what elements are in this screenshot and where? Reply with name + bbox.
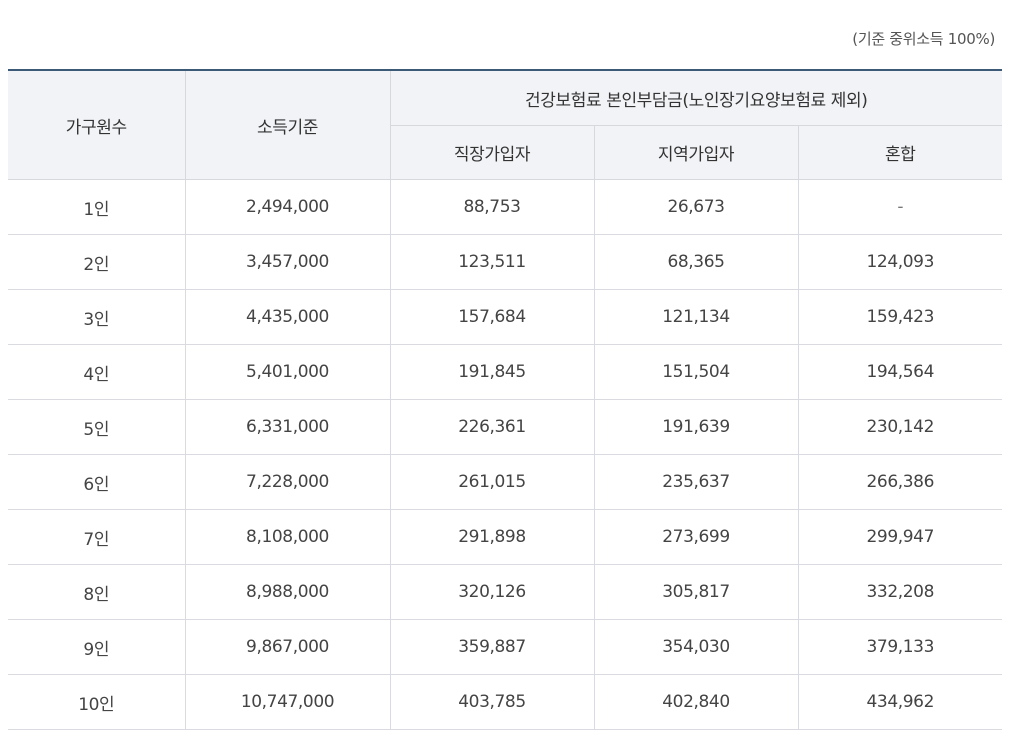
table-row: 10인 10,747,000 403,785 402,840 434,962 bbox=[8, 674, 1003, 730]
table-header: 가구원수 소득기준 건강보험료 본인부담금(노인장기요양보험료 제외) 직장가입… bbox=[8, 70, 1003, 180]
cell-employee: 261,015 bbox=[390, 454, 595, 510]
header-income: 소득기준 bbox=[185, 70, 391, 180]
cell-employee: 320,126 bbox=[390, 564, 595, 620]
cell-household: 4인 bbox=[8, 344, 186, 400]
table-row: 9인 9,867,000 359,887 354,030 379,133 bbox=[8, 619, 1003, 675]
cell-household: 2인 bbox=[8, 234, 186, 290]
cell-household: 6인 bbox=[8, 454, 186, 510]
cell-mixed: 159,423 bbox=[798, 289, 1003, 345]
table-row: 7인 8,108,000 291,898 273,699 299,947 bbox=[8, 509, 1003, 565]
cell-regional: 235,637 bbox=[594, 454, 799, 510]
table-note: (기준 중위소득 100%) bbox=[852, 30, 995, 48]
table-row: 1인 2,494,000 88,753 26,673- bbox=[8, 179, 1003, 235]
table-row: 3인 4,435,000 157,684 121,134 159,423 bbox=[8, 289, 1003, 345]
cell-household: 10인 bbox=[8, 674, 186, 730]
cell-income: 4,435,000 bbox=[185, 289, 391, 345]
table-row: 6인 7,228,000 261,015 235,637 266,386 bbox=[8, 454, 1003, 510]
cell-income: 6,331,000 bbox=[185, 399, 391, 455]
cell-regional: 402,840 bbox=[594, 674, 799, 730]
cell-household: 8인 bbox=[8, 564, 186, 620]
cell-regional: 273,699 bbox=[594, 509, 799, 565]
cell-mixed: 434,962 bbox=[798, 674, 1003, 730]
cell-mixed: - bbox=[798, 179, 1003, 235]
cell-household: 7인 bbox=[8, 509, 186, 565]
cell-regional: 151,504 bbox=[594, 344, 799, 400]
cell-employee: 88,753 bbox=[390, 179, 595, 235]
cell-mixed: 379,133 bbox=[798, 619, 1003, 675]
cell-mixed: 194,564 bbox=[798, 344, 1003, 400]
cell-regional: 68,365 bbox=[594, 234, 799, 290]
cell-employee: 226,361 bbox=[390, 399, 595, 455]
table-body: 1인 2,494,000 88,753 26,673-2인 3,457,000 123,5… bbox=[8, 179, 1003, 730]
cell-income: 10,747,000 bbox=[185, 674, 391, 730]
table-row: 5인 6,331,000 226,361 191,639 230,142 bbox=[8, 399, 1003, 455]
cell-employee: 403,785 bbox=[390, 674, 595, 730]
cell-household: 5인 bbox=[8, 399, 186, 455]
cell-income: 2,494,000 bbox=[185, 179, 391, 235]
cell-income: 8,988,000 bbox=[185, 564, 391, 620]
cell-income: 8,108,000 bbox=[185, 509, 391, 565]
table-row: 8인 8,988,000 320,126 305,817 332,208 bbox=[8, 564, 1003, 620]
cell-employee: 123,511 bbox=[390, 234, 595, 290]
cell-mixed: 124,093 bbox=[798, 234, 1003, 290]
header-employee: 직장가입자 bbox=[390, 125, 595, 180]
header-premium-group: 건강보험료 본인부담금(노인장기요양보험료 제외) bbox=[390, 70, 1003, 126]
cell-mixed: 266,386 bbox=[798, 454, 1003, 510]
cell-income: 7,228,000 bbox=[185, 454, 391, 510]
table-row: 4인 5,401,000 191,845 151,504 194,564 bbox=[8, 344, 1003, 400]
cell-household: 9인 bbox=[8, 619, 186, 675]
cell-regional: 354,030 bbox=[594, 619, 799, 675]
cell-employee: 191,845 bbox=[390, 344, 595, 400]
cell-regional: 26,673 bbox=[594, 179, 799, 235]
cell-income: 5,401,000 bbox=[185, 344, 391, 400]
table-row: 2인 3,457,000 123,511 68,365 124,093 bbox=[8, 234, 1003, 290]
cell-regional: 121,134 bbox=[594, 289, 799, 345]
premium-table: 가구원수 소득기준 건강보험료 본인부담금(노인장기요양보험료 제외) 직장가입… bbox=[8, 69, 1003, 730]
cell-mixed: 299,947 bbox=[798, 509, 1003, 565]
cell-household: 3인 bbox=[8, 289, 186, 345]
cell-employee: 359,887 bbox=[390, 619, 595, 675]
cell-regional: 191,639 bbox=[594, 399, 799, 455]
cell-household: 1인 bbox=[8, 179, 186, 235]
header-household: 가구원수 bbox=[8, 70, 186, 180]
cell-employee: 157,684 bbox=[390, 289, 595, 345]
cell-mixed: 332,208 bbox=[798, 564, 1003, 620]
cell-income: 9,867,000 bbox=[185, 619, 391, 675]
cell-regional: 305,817 bbox=[594, 564, 799, 620]
header-mixed: 혼합 bbox=[798, 125, 1003, 180]
cell-employee: 291,898 bbox=[390, 509, 595, 565]
cell-income: 3,457,000 bbox=[185, 234, 391, 290]
cell-mixed: 230,142 bbox=[798, 399, 1003, 455]
header-regional: 지역가입자 bbox=[594, 125, 799, 180]
